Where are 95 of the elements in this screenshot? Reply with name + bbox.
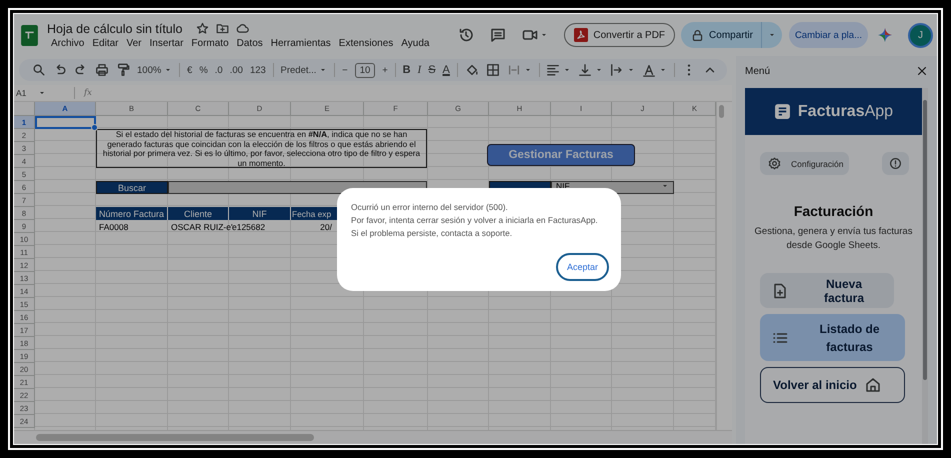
star-icon[interactable] xyxy=(196,22,208,35)
number-format-button[interactable]: 123 xyxy=(250,64,266,76)
caret-icon xyxy=(563,66,572,74)
document-icon xyxy=(774,103,791,120)
menu-item[interactable]: Archivo xyxy=(47,38,88,48)
pdf-icon xyxy=(574,28,588,42)
search-label: Buscar xyxy=(96,181,168,194)
menu-item[interactable]: Ayuda xyxy=(397,38,434,48)
menu-item[interactable]: Herramientas xyxy=(266,38,335,48)
file-plus-icon xyxy=(772,282,788,298)
align-icon xyxy=(546,63,560,77)
info-button[interactable] xyxy=(882,152,909,175)
format-button[interactable]: I xyxy=(418,64,422,76)
align-button[interactable] xyxy=(546,63,572,77)
cloud-icon[interactable] xyxy=(236,22,248,35)
panel-title: Menú xyxy=(745,66,770,76)
notice-text: Si el estado del historial de facturas se encuentra en #N/A, indica que no se han generado facturas que coincidan con la elección de los filtros o que estás abriendo el historial por primera vez. Si es lo último, por favor, selecciona otro tipo de filtro y espera un momento. xyxy=(96,129,427,168)
currency-format-button[interactable]: € xyxy=(187,64,192,76)
increase-font-size-button[interactable]: + xyxy=(382,64,388,76)
history-icon[interactable] xyxy=(458,27,474,43)
sparkle-icon[interactable] xyxy=(878,28,892,42)
format-button[interactable]: B xyxy=(402,64,411,76)
format-button[interactable]: S xyxy=(428,64,436,76)
info-icon xyxy=(889,157,902,170)
caret-icon xyxy=(38,89,46,97)
menu-item[interactable]: Formato xyxy=(187,38,233,48)
accept-button[interactable]: Aceptar xyxy=(556,253,609,281)
nav-button[interactable]: Nueva factura xyxy=(760,273,894,308)
text-rotate-icon xyxy=(642,63,656,77)
avatar[interactable]: J xyxy=(908,22,933,48)
caret-icon xyxy=(768,31,776,39)
menu-item[interactable]: Extensiones xyxy=(334,38,398,48)
zoom-dropdown[interactable]: 100% xyxy=(137,64,172,76)
caret-icon xyxy=(659,66,668,74)
dialog-message: Si el problema persiste, contacta a soporte. xyxy=(351,227,514,240)
table-header-cell: Cliente xyxy=(168,207,229,220)
caret-icon xyxy=(661,182,669,190)
caret-icon xyxy=(627,66,636,74)
caret-icon xyxy=(595,66,604,74)
folder-icon[interactable] xyxy=(216,22,228,35)
table-cell-text: FA0008 xyxy=(98,220,128,233)
brand-name: FacturasApp xyxy=(798,102,894,120)
menu-item[interactable]: Editar xyxy=(88,38,122,48)
comment-icon[interactable] xyxy=(490,27,506,43)
borders-icon[interactable] xyxy=(486,63,500,77)
percent-format-button[interactable]: % xyxy=(199,64,208,76)
font-dropdown[interactable]: Predet... xyxy=(280,64,328,76)
text-wrap-button[interactable] xyxy=(610,63,636,77)
panel-scrollbar[interactable] xyxy=(922,88,928,444)
paint-format-icon[interactable] xyxy=(116,63,130,77)
document-title[interactable]: Hoja de cálculo sin título xyxy=(47,22,182,36)
manage-invoices-button[interactable]: Gestionar Facturas xyxy=(487,144,635,166)
name-box[interactable]: A1 xyxy=(14,87,75,99)
caret-icon xyxy=(540,31,548,39)
merge-cells-button[interactable] xyxy=(506,63,532,77)
decrease-decimals-button[interactable]: .0 xyxy=(214,64,223,76)
menu-item[interactable]: Insertar xyxy=(146,38,188,48)
decrease-font-size-button[interactable]: − xyxy=(342,64,348,76)
settings-icon xyxy=(768,157,781,170)
print-icon[interactable] xyxy=(95,63,109,77)
vertical-align-button[interactable] xyxy=(578,63,604,77)
table-header-cell: NIF xyxy=(229,207,291,220)
convert-pdf-button[interactable]: Convertir a PDF xyxy=(564,23,676,47)
format-button[interactable]: A xyxy=(442,64,450,76)
caret-icon xyxy=(524,66,532,74)
section-description: Gestiona, genera y envía tus facturas desde Google Sheets. xyxy=(754,225,914,253)
close-icon[interactable] xyxy=(916,65,928,77)
settings-button[interactable]: Configuración xyxy=(760,152,850,175)
text-rotate-button[interactable] xyxy=(642,63,668,77)
font-size-field[interactable]: 10 xyxy=(354,62,376,78)
menu-item[interactable]: Ver xyxy=(122,38,146,48)
table-header-cell: Número Factura xyxy=(96,207,168,220)
vertical-scrollbar[interactable] xyxy=(716,102,727,430)
function-label: fx xyxy=(84,88,92,98)
spreadsheet-icon[interactable] xyxy=(21,24,38,46)
caret-icon xyxy=(164,66,172,74)
text-wrap-icon xyxy=(610,63,624,77)
caret-icon xyxy=(319,66,328,74)
increase-decimals-button[interactable]: .00 xyxy=(230,64,243,76)
fill-handle[interactable] xyxy=(91,124,98,131)
vertical-align-icon xyxy=(578,63,592,77)
switch-button[interactable]: Cambiar a pla... xyxy=(788,22,868,48)
menu-item[interactable]: Datos xyxy=(232,38,267,48)
merge-icon xyxy=(506,63,521,77)
horizontal-scrollbar[interactable] xyxy=(14,430,732,444)
section-heading: Facturación xyxy=(792,203,874,219)
nav-button[interactable]: Volver al inicio xyxy=(760,367,905,403)
selected-cell[interactable] xyxy=(35,116,96,129)
table-cell-text: 20/ xyxy=(320,220,332,233)
search-icon[interactable] xyxy=(32,63,46,77)
home-icon xyxy=(864,377,881,393)
lock-icon xyxy=(691,28,704,42)
fill-color-icon[interactable] xyxy=(464,63,479,77)
nav-button[interactable]: Listado de facturas xyxy=(760,314,905,361)
table-cell-text: OSCAR RUIZ-e' xyxy=(170,220,233,233)
